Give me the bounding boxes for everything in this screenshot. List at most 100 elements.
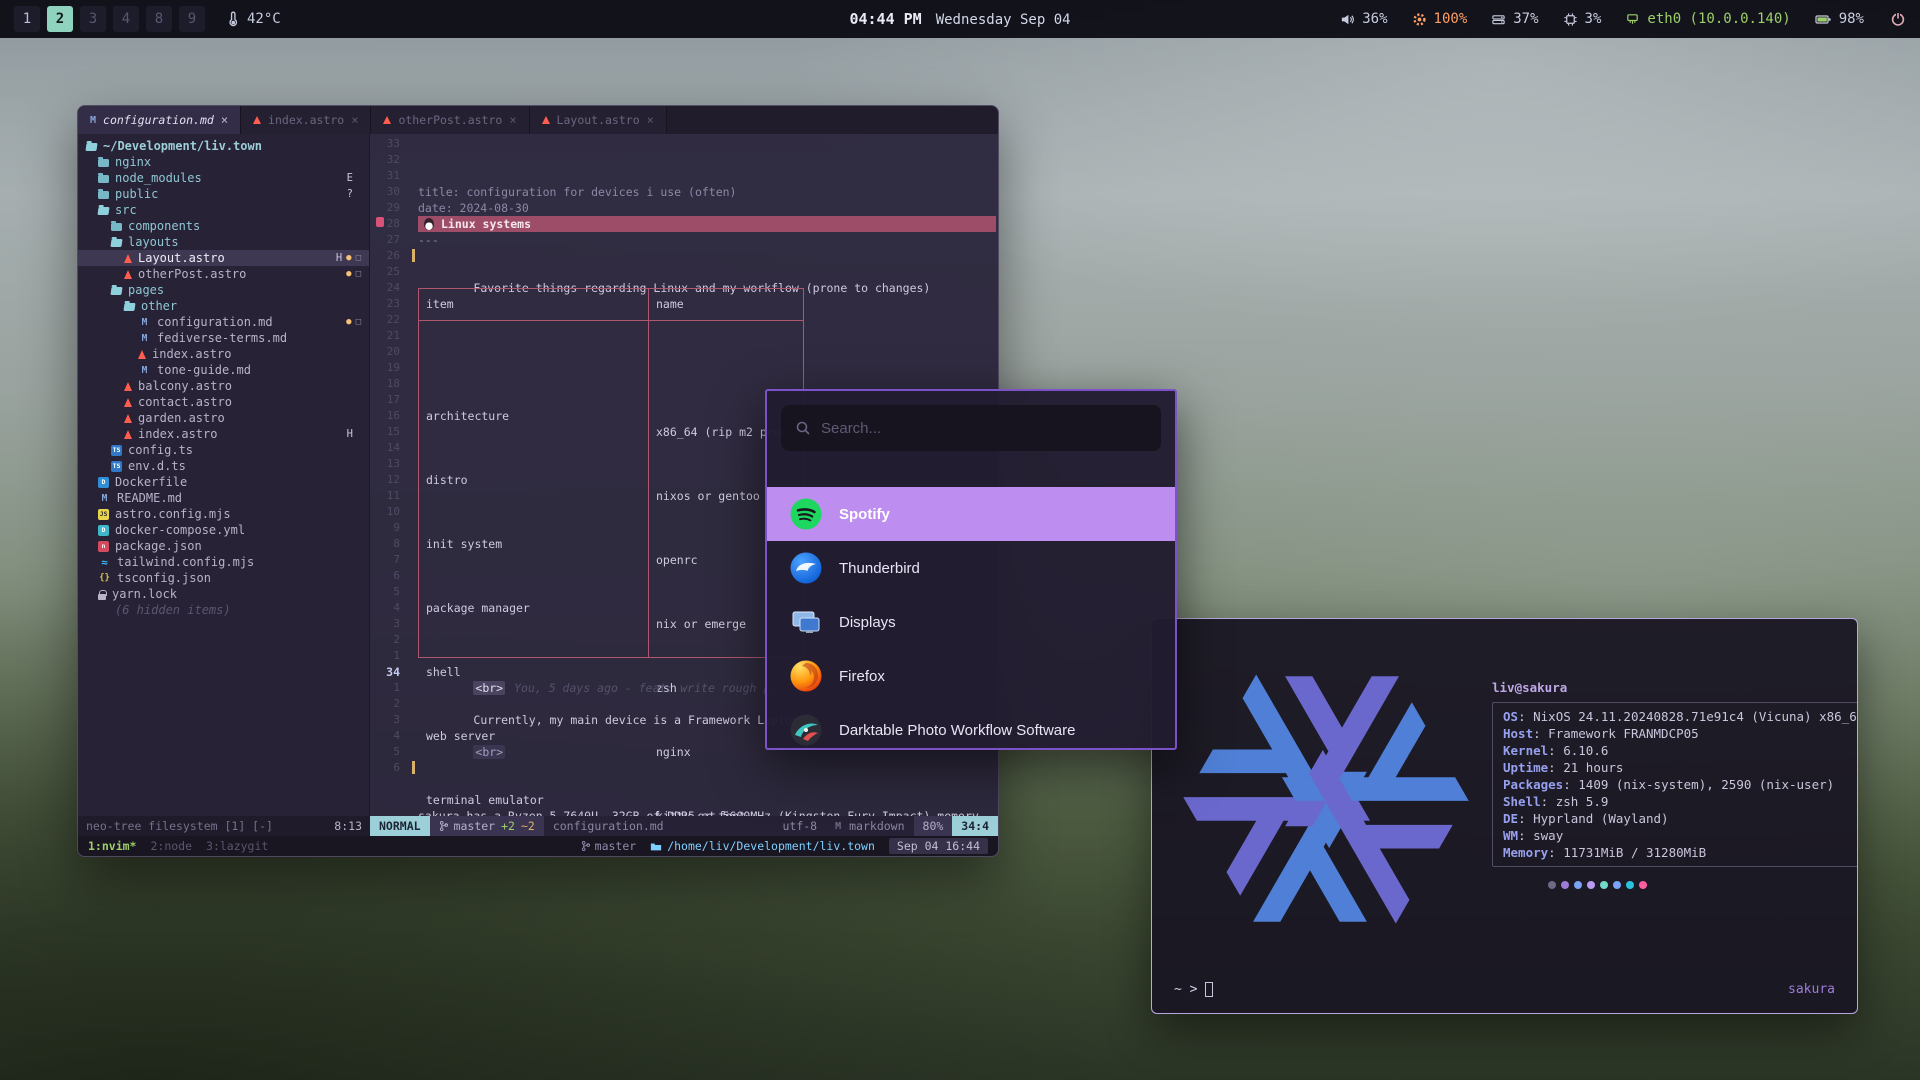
gear-icon	[1412, 12, 1427, 27]
workspace-button[interactable]: 3	[80, 6, 106, 32]
darktable-icon	[789, 713, 823, 747]
encoding-segment: utf-8	[773, 816, 826, 836]
tree-item[interactable]: other	[78, 298, 369, 314]
tree-item[interactable]: env.d.ts	[78, 458, 369, 474]
git-branch-icon	[439, 820, 448, 832]
tree-item[interactable]: README.md	[78, 490, 369, 506]
line-number: 31	[370, 168, 412, 184]
close-icon[interactable]: ×	[509, 113, 516, 127]
tree-item[interactable]: Layout.astro H ● □	[78, 250, 369, 266]
file-icon	[111, 445, 122, 456]
launcher-item-darktable[interactable]: Darktable Photo Workflow Software	[767, 703, 1175, 750]
workspace-button[interactable]: 2	[47, 6, 73, 32]
workspace-button[interactable]: 9	[179, 6, 205, 32]
tree-item[interactable]: tone-guide.md	[78, 362, 369, 378]
table-row: init system openrc	[418, 520, 804, 536]
firefox-icon	[789, 659, 823, 693]
tree-item[interactable]: astro.config.mjs	[78, 506, 369, 522]
tree-item[interactable]: contact.astro	[78, 394, 369, 410]
tab-index-astro[interactable]: index.astro ×	[241, 106, 371, 134]
tree-item[interactable]: tailwind.config.mjs	[78, 554, 369, 570]
terminal-cursor	[1205, 982, 1213, 997]
tree-item[interactable]: pages	[78, 282, 369, 298]
launcher-item-spotify[interactable]: Spotify	[767, 487, 1175, 541]
line-number: 2	[370, 632, 412, 648]
app-launcher: Spotify Thunderbird Displays	[765, 389, 1177, 750]
tree-item-label: (6 hidden items)	[115, 603, 231, 617]
workspace-button[interactable]: 4	[113, 6, 139, 32]
line-number: 27	[370, 232, 412, 248]
launcher-item-displays[interactable]: Displays	[767, 595, 1175, 649]
disk-module: 37%	[1491, 11, 1538, 27]
file-icon	[123, 303, 135, 311]
tree-item[interactable]: layouts	[78, 234, 369, 250]
tree-item[interactable]: components	[78, 218, 369, 234]
clock-date: Wednesday Sep 04	[936, 12, 1071, 28]
tree-item[interactable]: fediverse-terms.md	[78, 330, 369, 346]
close-icon[interactable]: ×	[647, 113, 654, 127]
fetch-entry: Packages: 1409 (nix-system), 2590 (nix-u…	[1503, 776, 1857, 793]
penguin-icon	[424, 218, 434, 230]
markdown-file-icon: M	[90, 115, 96, 126]
tree-item[interactable]: garden.astro	[78, 410, 369, 426]
tree-item[interactable]: node_modules E	[78, 170, 369, 186]
close-icon[interactable]: ×	[351, 113, 358, 127]
tab-configuration-md[interactable]: M configuration.md ×	[78, 106, 241, 134]
temperature-module: 42°C	[225, 11, 281, 27]
file-icon	[98, 191, 109, 199]
launcher-results: Spotify Thunderbird Displays	[767, 487, 1175, 750]
line-number: 16	[370, 408, 412, 424]
tree-item[interactable]: nginx	[78, 154, 369, 170]
tree-item[interactable]: ~/Development/liv.town	[78, 138, 369, 154]
tab-layout-astro[interactable]: Layout.astro ×	[530, 106, 667, 134]
tmux-window[interactable]: 1:nvim*	[88, 839, 136, 853]
shell-prompt[interactable]: ~ >	[1174, 982, 1213, 997]
launcher-item-thunderbird[interactable]: Thunderbird	[767, 541, 1175, 595]
tree-item[interactable]: otherPost.astro ● □	[78, 266, 369, 282]
tree-item-label: README.md	[117, 491, 182, 505]
line-number: 26	[370, 248, 412, 264]
tree-item-label: Dockerfile	[115, 475, 187, 489]
tree-item[interactable]: index.astro	[78, 346, 369, 362]
line-number: 3	[370, 712, 412, 728]
tree-item[interactable]: public ?	[78, 186, 369, 202]
tree-item[interactable]: src	[78, 202, 369, 218]
tree-item[interactable]: config.ts	[78, 442, 369, 458]
cpu-icon	[1563, 12, 1578, 27]
line-number: 17	[370, 392, 412, 408]
tree-item[interactable]: package.json	[78, 538, 369, 554]
workspace-button[interactable]: 8	[146, 6, 172, 32]
fetch-info: liv@sakura OS: NixOS 24.11.20240828.71e9…	[1492, 679, 1858, 889]
power-button[interactable]	[1890, 11, 1906, 27]
spotify-icon	[789, 497, 823, 531]
terminal-color-palette	[1548, 881, 1858, 889]
tree-item[interactable]: yarn.lock	[78, 586, 369, 602]
search-input[interactable]	[821, 420, 1147, 437]
tmux-window[interactable]: 2:node	[150, 839, 192, 853]
close-icon[interactable]: ×	[221, 113, 228, 127]
tree-item[interactable]: docker-compose.yml	[78, 522, 369, 538]
launcher-search[interactable]	[781, 405, 1161, 451]
file-icon	[98, 556, 111, 569]
line-number: 8	[370, 536, 412, 552]
power-icon	[1890, 11, 1906, 27]
line-number	[370, 776, 412, 792]
tab-otherpost-astro[interactable]: otherPost.astro ×	[371, 106, 529, 134]
workspace-button[interactable]: 1	[14, 6, 40, 32]
tree-item[interactable]: balcony.astro	[78, 378, 369, 394]
tree-item-label: ~/Development/liv.town	[103, 139, 262, 153]
file-icon	[138, 350, 146, 359]
tmux-window[interactable]: 3:lazygit	[206, 839, 268, 853]
tree-item[interactable]: (6 hidden items)	[78, 602, 369, 618]
line-number: 10	[370, 504, 412, 520]
launcher-item-label: Spotify	[839, 506, 890, 523]
tree-item[interactable]: Dockerfile	[78, 474, 369, 490]
thermometer-icon	[225, 11, 240, 27]
line-number: 3	[370, 616, 412, 632]
tree-item[interactable]: index.astro H	[78, 426, 369, 442]
tree-item[interactable]: configuration.md ● □	[78, 314, 369, 330]
launcher-item-firefox[interactable]: Firefox	[767, 649, 1175, 703]
line-number: 15	[370, 424, 412, 440]
palette-dot	[1613, 881, 1621, 889]
tree-item[interactable]: tsconfig.json	[78, 570, 369, 586]
